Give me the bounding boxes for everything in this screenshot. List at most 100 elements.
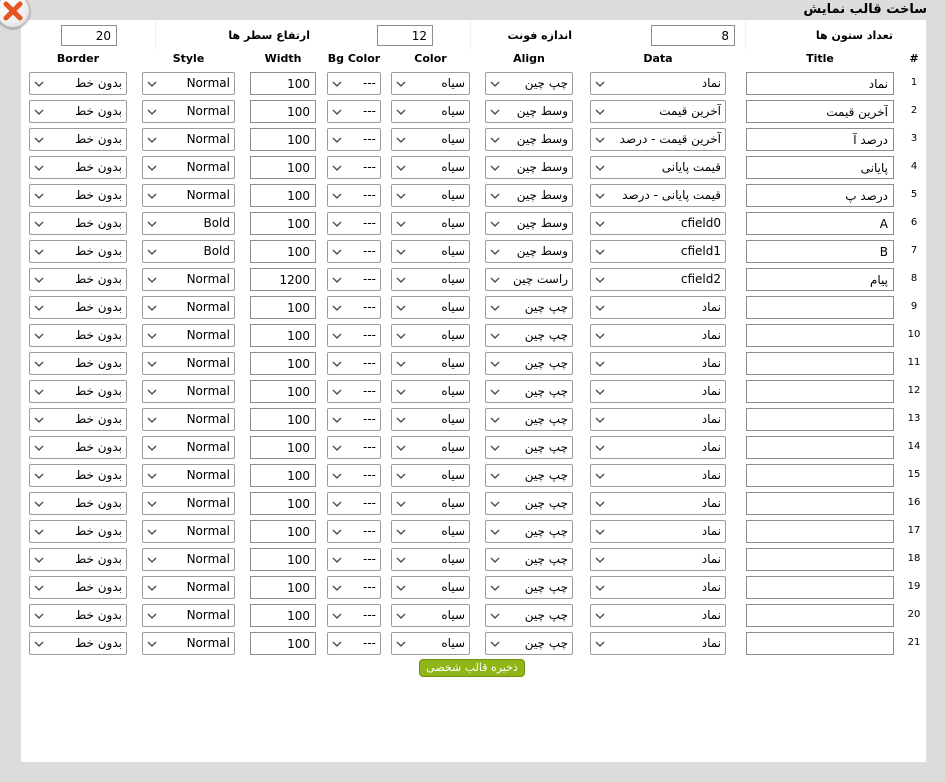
border-select[interactable]: بدون خط xyxy=(29,548,127,571)
style-select[interactable]: Normal xyxy=(142,352,235,375)
bgcolor-select[interactable]: --- xyxy=(327,408,381,431)
style-select[interactable]: Normal xyxy=(142,408,235,431)
data-select[interactable]: نماد xyxy=(590,576,726,599)
bgcolor-select[interactable]: --- xyxy=(327,352,381,375)
data-select[interactable]: قیمت پایانی xyxy=(590,156,726,179)
data-select[interactable]: cfield2 xyxy=(590,268,726,291)
title-input[interactable] xyxy=(746,296,894,319)
data-select[interactable]: نماد xyxy=(590,296,726,319)
border-select[interactable]: بدون خط xyxy=(29,576,127,599)
align-select[interactable]: وسط چین xyxy=(485,212,573,235)
save-template-button[interactable]: ذخیره قالب شخصی xyxy=(419,659,525,677)
scrollbar-track[interactable] xyxy=(926,20,945,762)
align-select[interactable]: چپ چین xyxy=(485,464,573,487)
title-input[interactable] xyxy=(746,520,894,543)
border-select[interactable]: بدون خط xyxy=(29,128,127,151)
close-button[interactable] xyxy=(0,0,30,28)
color-select[interactable]: سیاه xyxy=(391,268,470,291)
title-input[interactable] xyxy=(746,632,894,655)
color-select[interactable]: سیاه xyxy=(391,212,470,235)
style-select[interactable]: Normal xyxy=(142,632,235,655)
title-input[interactable] xyxy=(746,324,894,347)
bgcolor-select[interactable]: --- xyxy=(327,268,381,291)
width-input[interactable] xyxy=(250,380,316,403)
title-input[interactable] xyxy=(746,464,894,487)
width-input[interactable] xyxy=(250,408,316,431)
align-select[interactable]: راست چین xyxy=(485,268,573,291)
border-select[interactable]: بدون خط xyxy=(29,268,127,291)
column-count-input[interactable] xyxy=(651,25,735,46)
bgcolor-select[interactable]: --- xyxy=(327,520,381,543)
color-select[interactable]: سیاه xyxy=(391,128,470,151)
align-select[interactable]: چپ چین xyxy=(485,380,573,403)
width-input[interactable] xyxy=(250,604,316,627)
width-input[interactable] xyxy=(250,464,316,487)
align-select[interactable]: چپ چین xyxy=(485,576,573,599)
title-input[interactable] xyxy=(746,604,894,627)
width-input[interactable] xyxy=(250,576,316,599)
bgcolor-select[interactable]: --- xyxy=(327,436,381,459)
color-select[interactable]: سیاه xyxy=(391,100,470,123)
style-select[interactable]: Normal xyxy=(142,492,235,515)
border-select[interactable]: بدون خط xyxy=(29,380,127,403)
align-select[interactable]: چپ چین xyxy=(485,632,573,655)
color-select[interactable]: سیاه xyxy=(391,436,470,459)
style-select[interactable]: Normal xyxy=(142,184,235,207)
width-input[interactable] xyxy=(250,352,316,375)
bgcolor-select[interactable]: --- xyxy=(327,296,381,319)
style-select[interactable]: Normal xyxy=(142,380,235,403)
title-input[interactable] xyxy=(746,100,894,123)
align-select[interactable]: چپ چین xyxy=(485,548,573,571)
title-input[interactable] xyxy=(746,72,894,95)
data-select[interactable]: قیمت پایانی - درصد xyxy=(590,184,726,207)
align-select[interactable]: وسط چین xyxy=(485,100,573,123)
bgcolor-select[interactable]: --- xyxy=(327,380,381,403)
style-select[interactable]: Bold xyxy=(142,240,235,263)
data-select[interactable]: نماد xyxy=(590,72,726,95)
border-select[interactable]: بدون خط xyxy=(29,492,127,515)
width-input[interactable] xyxy=(250,436,316,459)
align-select[interactable]: چپ چین xyxy=(485,408,573,431)
width-input[interactable] xyxy=(250,296,316,319)
data-select[interactable]: cfield0 xyxy=(590,212,726,235)
align-select[interactable]: وسط چین xyxy=(485,184,573,207)
border-select[interactable]: بدون خط xyxy=(29,72,127,95)
border-select[interactable]: بدون خط xyxy=(29,604,127,627)
width-input[interactable] xyxy=(250,632,316,655)
data-select[interactable]: آخرین قیمت - درصد xyxy=(590,128,726,151)
width-input[interactable] xyxy=(250,520,316,543)
bgcolor-select[interactable]: --- xyxy=(327,548,381,571)
align-select[interactable]: چپ چین xyxy=(485,296,573,319)
title-input[interactable] xyxy=(746,128,894,151)
bgcolor-select[interactable]: --- xyxy=(327,212,381,235)
width-input[interactable] xyxy=(250,268,316,291)
data-select[interactable]: نماد xyxy=(590,408,726,431)
style-select[interactable]: Normal xyxy=(142,548,235,571)
width-input[interactable] xyxy=(250,324,316,347)
align-select[interactable]: چپ چین xyxy=(485,352,573,375)
border-select[interactable]: بدون خط xyxy=(29,632,127,655)
align-select[interactable]: وسط چین xyxy=(485,156,573,179)
color-select[interactable]: سیاه xyxy=(391,72,470,95)
align-select[interactable]: چپ چین xyxy=(485,520,573,543)
width-input[interactable] xyxy=(250,492,316,515)
style-select[interactable]: Normal xyxy=(142,520,235,543)
bgcolor-select[interactable]: --- xyxy=(327,128,381,151)
data-select[interactable]: نماد xyxy=(590,324,726,347)
title-input[interactable] xyxy=(746,380,894,403)
style-select[interactable]: Normal xyxy=(142,464,235,487)
color-select[interactable]: سیاه xyxy=(391,184,470,207)
align-select[interactable]: چپ چین xyxy=(485,324,573,347)
align-select[interactable]: چپ چین xyxy=(485,72,573,95)
color-select[interactable]: سیاه xyxy=(391,520,470,543)
row-height-input[interactable] xyxy=(61,25,117,46)
bgcolor-select[interactable]: --- xyxy=(327,324,381,347)
title-input[interactable] xyxy=(746,436,894,459)
data-select[interactable]: نماد xyxy=(590,352,726,375)
color-select[interactable]: سیاه xyxy=(391,352,470,375)
title-input[interactable] xyxy=(746,492,894,515)
color-select[interactable]: سیاه xyxy=(391,576,470,599)
bgcolor-select[interactable]: --- xyxy=(327,492,381,515)
data-select[interactable]: نماد xyxy=(590,464,726,487)
border-select[interactable]: بدون خط xyxy=(29,408,127,431)
